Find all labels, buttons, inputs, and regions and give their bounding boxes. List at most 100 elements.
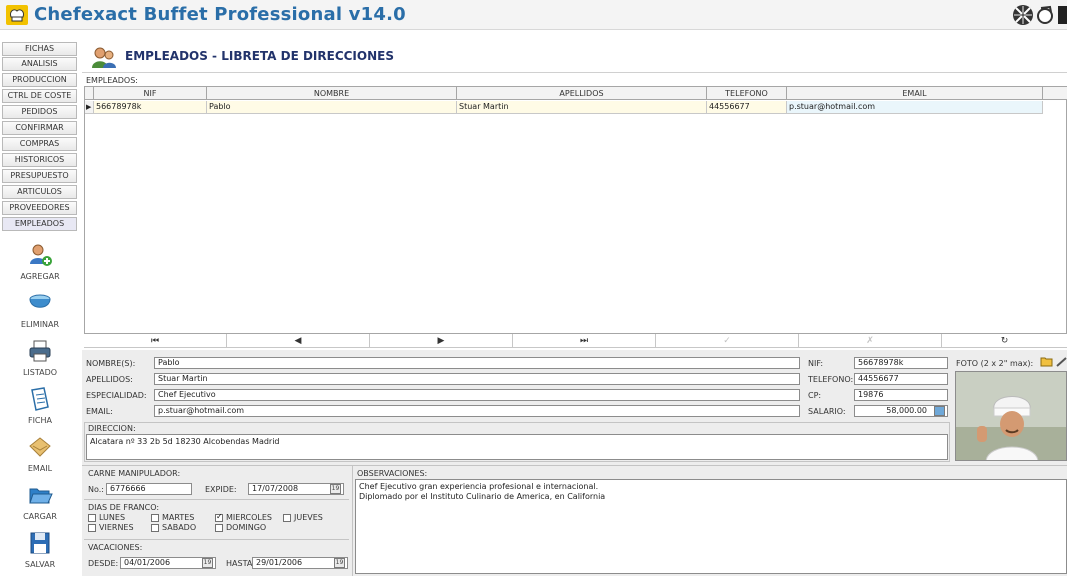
checkbox-sabado[interactable]: SABADO — [151, 523, 196, 532]
checkbox-box[interactable] — [215, 523, 223, 532]
ficha-button[interactable]: FICHA — [2, 386, 78, 425]
sidebar-item-presupuesto[interactable]: PRESUPUESTO — [2, 169, 77, 183]
nombre-field[interactable]: Pablo — [154, 357, 800, 369]
sidebar-item-historicos[interactable]: HISTORICOS — [2, 153, 77, 167]
agregar-button[interactable]: AGREGAR — [2, 242, 78, 281]
agregar-label: AGREGAR — [20, 272, 60, 281]
sidebar-item-ctrl-de-coste[interactable]: CTRL DE COSTE — [2, 89, 77, 103]
column-header-nif[interactable]: NIF — [94, 87, 207, 100]
checkbox-label: JUEVES — [294, 513, 323, 522]
checkbox-box[interactable] — [151, 523, 159, 532]
checkbox-viernes[interactable]: VIERNES — [88, 523, 134, 532]
uk-flag-icon[interactable] — [1012, 4, 1034, 26]
especialidad-field[interactable]: Chef Ejecutivo — [154, 389, 800, 401]
cargar-button[interactable]: CARGAR — [2, 482, 78, 521]
apellidos-label: APELLIDOS: — [86, 375, 133, 384]
eliminar-label: ELIMINAR — [20, 320, 60, 329]
observaciones-line-1: Chef Ejecutivo gran experiencia profesio… — [359, 482, 599, 491]
app-title: Chefexact Buffet Professional v14.0 — [34, 4, 406, 25]
checkbox-miercoles[interactable]: MIERCOLES — [215, 512, 272, 522]
listado-label: LISTADO — [22, 368, 58, 377]
sidebar-item-analisis[interactable]: ANALISIS — [2, 57, 77, 71]
settings-icon[interactable] — [1036, 4, 1058, 26]
column-header-apellidos[interactable]: APELLIDOS — [457, 87, 707, 100]
apellidos-field[interactable]: Stuar Martin — [154, 373, 800, 385]
prior-record-button[interactable]: ◀ — [227, 334, 370, 348]
sidebar-item-proveedores[interactable]: PROVEEDORES — [2, 201, 77, 215]
last-record-button[interactable]: ⏭ — [513, 334, 656, 348]
calculator-icon[interactable] — [934, 406, 945, 416]
checkbox-domingo[interactable]: DOMINGO — [215, 523, 266, 532]
save-icon — [30, 532, 50, 554]
cancel-record-button[interactable]: ✗ — [799, 334, 942, 348]
expide-label: EXPIDE: — [205, 485, 237, 494]
email-field[interactable]: p.stuar@hotmail.com — [154, 405, 800, 417]
vacaciones-label: VACACIONES: — [88, 543, 143, 552]
cell-email[interactable]: p.stuar@hotmail.com — [787, 101, 1043, 114]
employees-table[interactable]: NIF NOMBRE APELLIDOS TELEFONO EMAIL ▶ 56… — [84, 86, 1067, 334]
sidebar-item-empleados[interactable]: EMPLEADOS — [2, 217, 77, 231]
carne-numero-field[interactable]: 6776666 — [106, 483, 192, 495]
salario-label: SALARIO: — [808, 407, 846, 416]
grid-label: EMPLEADOS: — [86, 76, 138, 85]
column-header-nombre[interactable]: NOMBRE — [207, 87, 457, 100]
sidebar-item-confirmar[interactable]: CONFIRMAR — [2, 121, 77, 135]
checkbox-jueves[interactable]: JUEVES — [283, 513, 323, 522]
checkbox-label: SABADO — [162, 523, 197, 532]
envelope-icon — [29, 437, 51, 457]
first-record-button[interactable]: ⏮ — [84, 334, 227, 348]
open-photo-icon[interactable] — [1040, 356, 1054, 371]
sidebar-item-articulos[interactable]: ARTICULOS — [2, 185, 77, 199]
carne-manipulador-label: CARNE MANIPULADOR: — [88, 469, 181, 478]
desde-calendar-icon[interactable]: 19 — [202, 558, 213, 568]
refresh-button[interactable]: ↻ — [942, 334, 1067, 348]
observaciones-field[interactable]: Chef Ejecutivo gran experiencia profesio… — [355, 479, 1067, 574]
close-icon[interactable] — [1058, 4, 1067, 26]
checkbox-box[interactable] — [88, 513, 96, 522]
row-pointer-icon: ▶ — [85, 101, 94, 114]
checkbox-label: LUNES — [99, 513, 126, 522]
checkbox-label: MIERCOLES — [226, 513, 272, 522]
checkbox-martes[interactable]: MARTES — [151, 513, 194, 522]
hasta-calendar-icon[interactable]: 19 — [334, 558, 345, 568]
salvar-button[interactable]: SALVAR — [2, 530, 78, 569]
checkbox-box[interactable] — [215, 512, 223, 522]
employee-form: NOMBRE(S): Pablo APELLIDOS: Stuar Martin… — [82, 350, 1067, 576]
cp-label: CP: — [808, 391, 822, 400]
checkbox-box[interactable] — [151, 513, 159, 522]
section-divider — [84, 499, 349, 500]
cell-nif[interactable]: 56678978k — [94, 101, 207, 114]
observaciones-line-2: Diplomado por el Instituto Culinario de … — [359, 492, 606, 501]
checkbox-box[interactable] — [88, 523, 96, 532]
direccion-field[interactable]: Alcatara nº 33 2b 5d 18230 Alcobendas Ma… — [86, 434, 948, 460]
nif-field[interactable]: 56678978k — [854, 357, 948, 369]
sidebar-item-produccion[interactable]: PRODUCCION — [2, 73, 77, 87]
column-header-telefono[interactable]: TELEFONO — [707, 87, 787, 100]
header-divider — [82, 72, 1067, 73]
email-button[interactable]: EMAIL — [2, 434, 78, 473]
salvar-label: SALVAR — [24, 560, 56, 569]
sidebar-item-compras[interactable]: COMPRAS — [2, 137, 77, 151]
clear-photo-icon[interactable] — [1056, 356, 1067, 371]
checkbox-box[interactable] — [283, 513, 291, 522]
cell-nombre[interactable]: Pablo — [207, 101, 457, 114]
post-record-button[interactable]: ✓ — [656, 334, 799, 348]
cell-telefono[interactable]: 44556677 — [707, 101, 787, 114]
nombre-label: NOMBRE(S): — [86, 359, 136, 368]
expide-calendar-icon[interactable]: 19 — [330, 484, 341, 494]
email-field-label: EMAIL: — [86, 407, 113, 416]
column-header-email[interactable]: EMAIL — [787, 87, 1043, 100]
table-row[interactable]: ▶ 56678978k Pablo Stuar Martin 44556677 … — [85, 101, 1067, 114]
listado-button[interactable]: LISTADO — [2, 338, 78, 377]
numero-label: No.: — [88, 485, 104, 494]
next-record-button[interactable]: ▶ — [370, 334, 513, 348]
sidebar-item-pedidos[interactable]: PEDIDOS — [2, 105, 77, 119]
sidebar-item-fichas[interactable]: FICHAS — [2, 42, 77, 56]
bowl-icon — [29, 294, 51, 308]
cell-apellidos[interactable]: Stuar Martin — [457, 101, 707, 114]
cp-field[interactable]: 19876 — [854, 389, 948, 401]
eliminar-button[interactable]: ELIMINAR — [2, 290, 78, 329]
table-header: NIF NOMBRE APELLIDOS TELEFONO EMAIL — [85, 87, 1067, 100]
checkbox-lunes[interactable]: LUNES — [88, 513, 125, 522]
telefono-field[interactable]: 44556677 — [854, 373, 948, 385]
